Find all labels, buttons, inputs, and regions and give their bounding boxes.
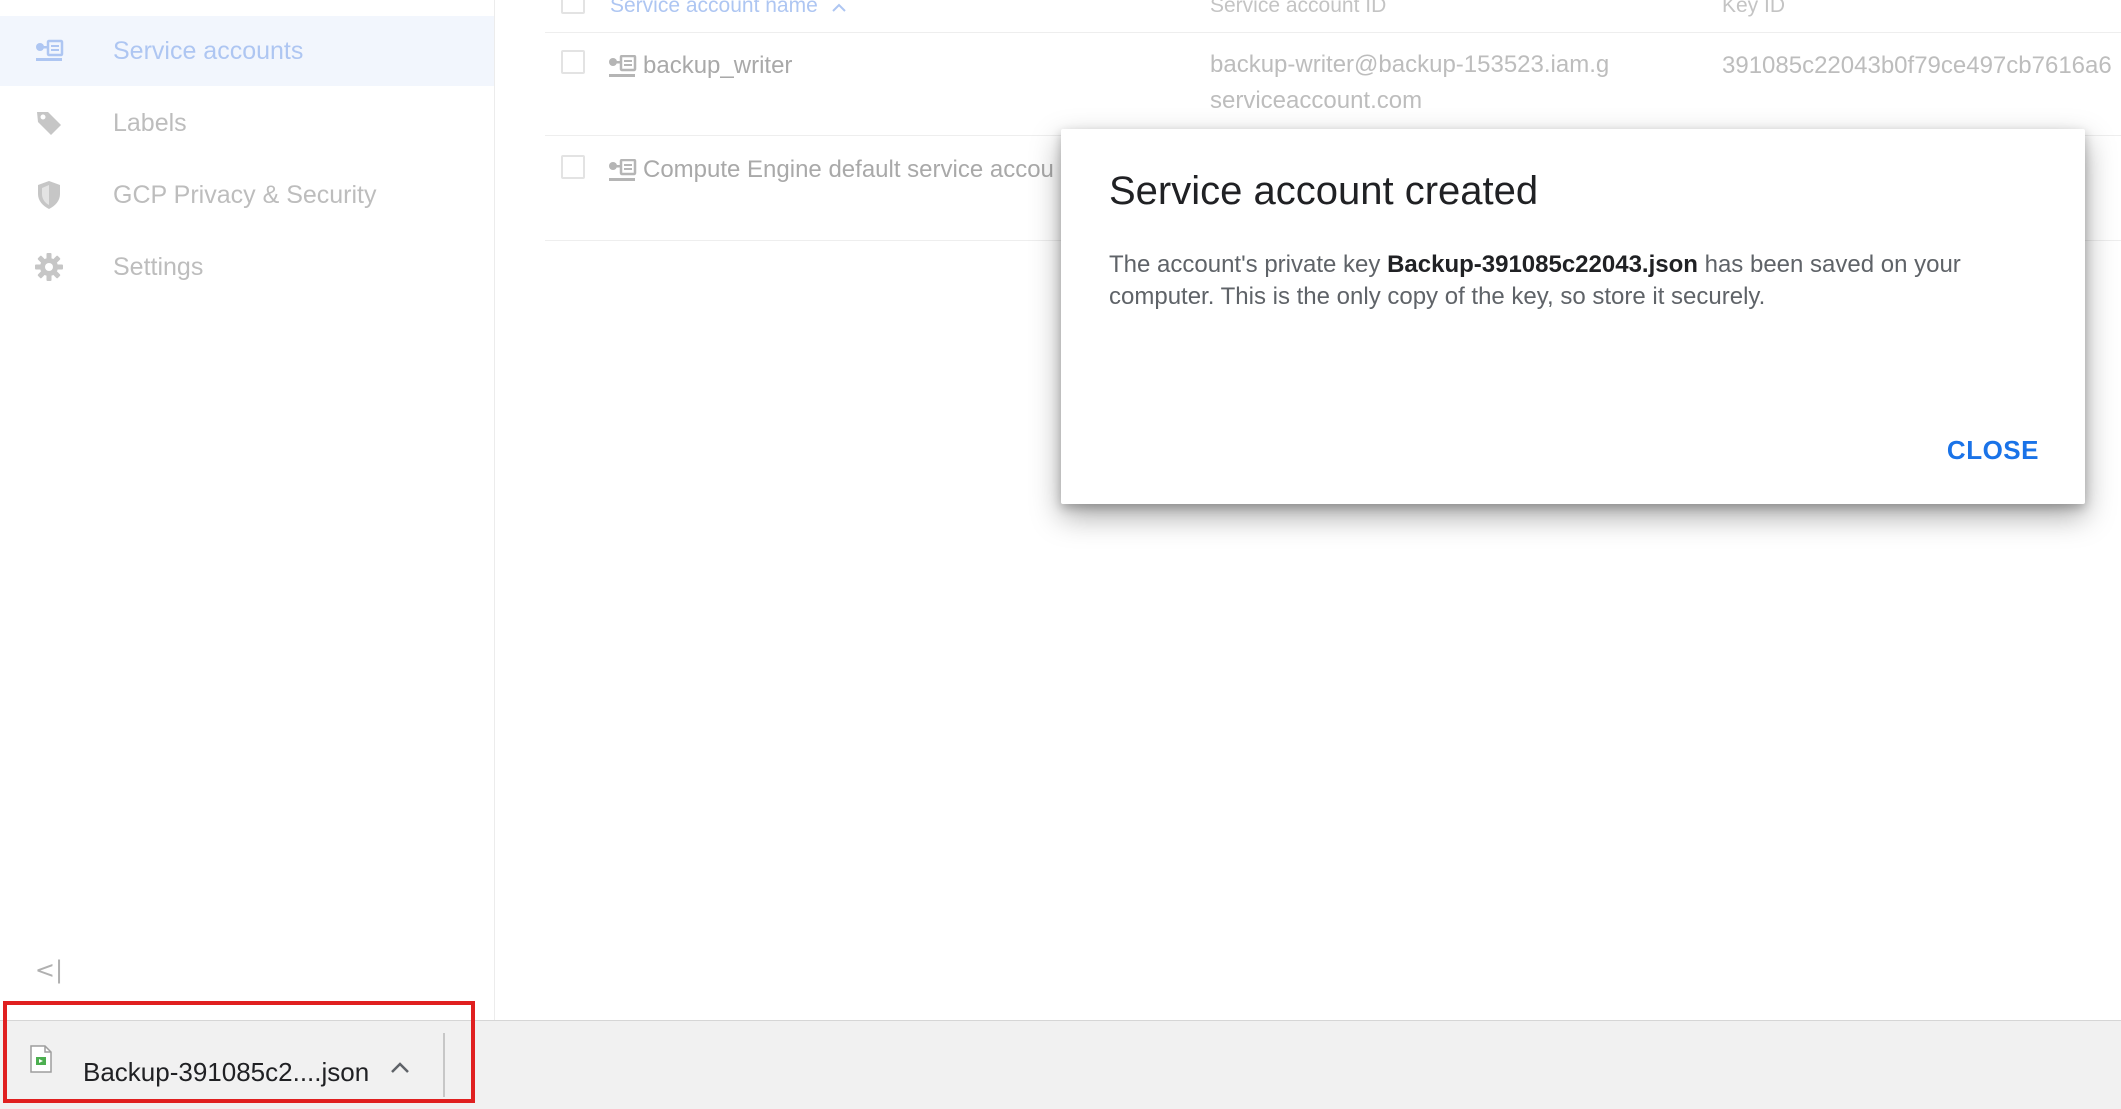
shield-icon [34,180,64,210]
label-tag-icon [34,108,64,138]
sidebar-item-label: Service accounts [113,36,304,65]
service-account-created-dialog: Service account created The account's pr… [1061,129,2085,504]
sidebar-item-gcp-privacy-security[interactable]: GCP Privacy & Security [0,160,494,230]
service-account-icon [34,36,64,66]
sidebar-item-settings[interactable]: Settings [0,232,494,302]
service-account-key-icon [608,54,638,79]
download-shelf: Backup-391085c2....json [0,1020,2121,1109]
gear-icon [34,252,64,282]
sidebar: Service accounts Labels GCP Privacy & Se… [0,0,495,1020]
collapse-sidebar-icon[interactable]: <| [34,955,64,985]
dialog-title: Service account created [1109,169,1539,213]
service-account-key-icon [608,158,638,183]
close-button[interactable]: CLOSE [1943,427,2043,474]
sidebar-item-service-accounts[interactable]: Service accounts [0,16,494,86]
column-header-id[interactable]: Service account ID [1210,0,1386,18]
chevron-up-icon[interactable] [385,1053,415,1083]
dialog-message: The account's private key Backup-391085c… [1109,249,2009,313]
column-header-key[interactable]: Key ID [1722,0,1785,18]
sidebar-item-label: Labels [113,108,187,137]
json-file-icon [30,1045,52,1073]
divider [545,32,2121,33]
dialog-message-prefix: The account's private key [1109,251,1388,278]
service-account-name[interactable]: backup_writer [643,52,792,80]
shelf-divider [443,1033,445,1097]
row-checkbox[interactable] [561,155,585,179]
select-all-checkbox[interactable] [561,0,585,14]
key-filename: Backup-391085c22043.json [1387,251,1698,278]
sidebar-item-labels[interactable]: Labels [0,88,494,158]
key-id: 391085c22043b0f79ce497cb7616a6 [1722,52,2112,79]
sidebar-item-label: Settings [113,252,204,281]
column-header-name[interactable]: Service account name [610,0,846,18]
service-account-id: backup-writer@backup-153523.iam.gservice… [1210,51,1610,114]
download-item[interactable]: Backup-391085c2....json [0,1031,444,1103]
sort-ascending-icon [831,0,846,16]
service-account-name[interactable]: Compute Engine default service accou [643,156,1054,184]
row-checkbox[interactable] [561,50,585,74]
downloaded-file-name[interactable]: Backup-391085c2....json [83,1057,369,1088]
sidebar-item-label: GCP Privacy & Security [113,180,377,209]
